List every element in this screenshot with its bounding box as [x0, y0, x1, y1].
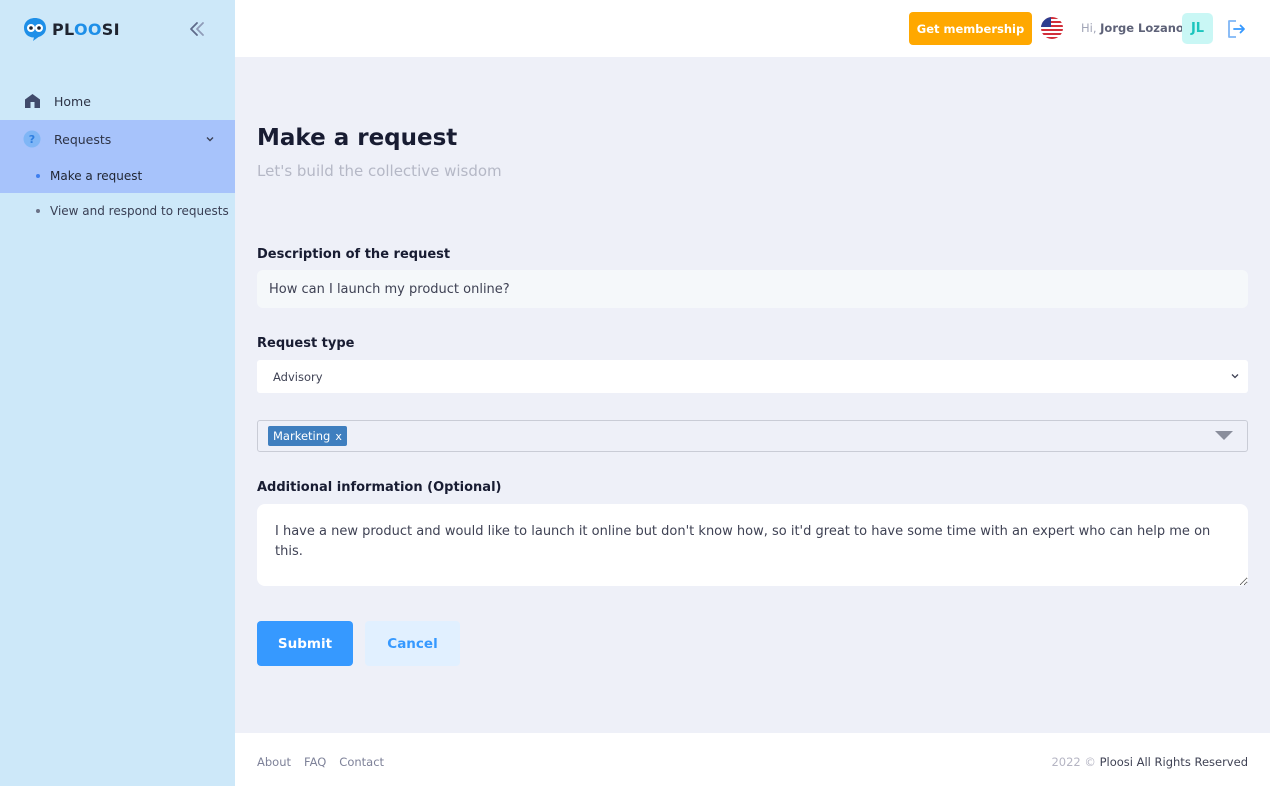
bullet-icon	[36, 208, 40, 213]
sidebar-subitem-label: View and respond to requests	[50, 203, 229, 218]
brand-name: PLOOSI	[52, 19, 120, 39]
submit-button[interactable]: Submit	[257, 621, 353, 666]
get-membership-button[interactable]: Get membership	[909, 12, 1032, 45]
description-input[interactable]	[257, 270, 1248, 308]
sidebar-item-label: Requests	[54, 131, 112, 147]
chevron-down-icon	[206, 137, 214, 142]
bullet-icon	[36, 173, 40, 178]
sidebar-item-requests[interactable]: ? Requests	[0, 120, 235, 158]
svg-text:?: ?	[29, 133, 35, 146]
additional-info-label: Additional information (Optional)	[257, 480, 502, 495]
collapse-sidebar-button[interactable]	[186, 18, 208, 40]
caret-down-icon[interactable]	[1215, 431, 1233, 440]
page-title: Make a request	[257, 125, 458, 151]
tag-chip: Marketing x	[268, 426, 347, 446]
cancel-button[interactable]: Cancel	[365, 621, 460, 666]
question-icon: ?	[23, 130, 41, 148]
copyright-year: 2022 ©	[1051, 755, 1096, 769]
footer-links: About FAQ Contact	[257, 755, 384, 769]
double-chevron-left-icon	[190, 22, 204, 36]
footer-link-about[interactable]: About	[257, 755, 291, 769]
brand[interactable]: PLOOSI	[22, 16, 120, 42]
request-type-value: Advisory	[273, 369, 323, 384]
chevron-down-icon	[1231, 374, 1239, 379]
top-header: Get membership Hi, Jorge Lozano JL	[235, 0, 1270, 57]
sidebar-item-home[interactable]: Home	[0, 82, 235, 120]
footer: About FAQ Contact 2022 © Ploosi All Righ…	[235, 733, 1270, 786]
avatar[interactable]: JL	[1182, 13, 1213, 44]
request-type-label: Request type	[257, 336, 355, 351]
home-icon	[23, 92, 41, 110]
user-greeting: Hi, Jorge Lozano	[1081, 21, 1184, 35]
sidebar-item-label: Home	[54, 93, 91, 109]
sidebar-subitem-label: Make a request	[50, 168, 143, 183]
remove-tag-button[interactable]: x	[335, 430, 342, 443]
sidebar: PLOOSI Home ? Requests Make a request Vi…	[0, 0, 235, 786]
ploosi-logo-icon	[24, 18, 46, 41]
category-tags-input[interactable]: Marketing x	[257, 420, 1248, 452]
footer-link-faq[interactable]: FAQ	[304, 755, 326, 769]
sidebar-menu: Home ? Requests Make a request View and …	[0, 82, 235, 228]
request-type-select[interactable]: Advisory	[257, 360, 1248, 393]
footer-link-contact[interactable]: Contact	[339, 755, 384, 769]
logout-icon	[1228, 20, 1245, 38]
greeting-prefix: Hi,	[1081, 21, 1097, 35]
sidebar-subitem-view-requests[interactable]: View and respond to requests	[0, 193, 235, 228]
user-name: Jorge Lozano	[1100, 21, 1184, 35]
description-label: Description of the request	[257, 247, 451, 262]
copyright: 2022 © Ploosi All Rights Reserved	[1051, 755, 1248, 769]
copyright-owner[interactable]: Ploosi All Rights Reserved	[1100, 755, 1248, 769]
page-subtitle: Let's build the collective wisdom	[257, 162, 502, 180]
tag-label: Marketing	[273, 429, 331, 443]
main-content: Make a request Let's build the collectiv…	[235, 57, 1270, 733]
sidebar-subitem-make-request[interactable]: Make a request	[0, 158, 235, 193]
additional-info-textarea[interactable]: I have a new product and would like to l…	[257, 504, 1248, 586]
us-flag-icon[interactable]	[1041, 17, 1063, 39]
logout-button[interactable]	[1225, 18, 1247, 40]
